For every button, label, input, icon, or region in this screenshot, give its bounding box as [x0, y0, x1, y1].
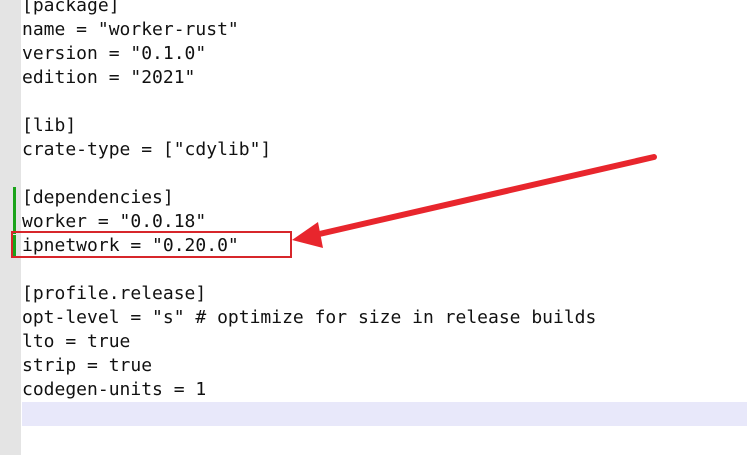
code-line-dependencies-header[interactable]: [dependencies] — [22, 186, 174, 210]
code-line-package-header[interactable]: [package] — [22, 0, 120, 18]
editor-gutter — [0, 0, 21, 455]
code-line-lib-header[interactable]: [lib] — [22, 114, 76, 138]
code-line-opt-level[interactable]: opt-level = "s" # optimize for size in r… — [22, 306, 596, 330]
code-line-name[interactable]: name = "worker-rust" — [22, 18, 239, 42]
code-line-profile-release-header[interactable]: [profile.release] — [22, 282, 206, 306]
code-line-lto[interactable]: lto = true — [22, 330, 130, 354]
code-line-codegen-units[interactable]: codegen-units = 1 — [22, 378, 206, 402]
code-line-strip[interactable]: strip = true — [22, 354, 152, 378]
code-line-version[interactable]: version = "0.1.0" — [22, 42, 206, 66]
code-line-edition[interactable]: edition = "2021" — [22, 66, 195, 90]
code-area[interactable]: [package] name = "worker-rust" version =… — [22, 0, 747, 455]
code-line-crate-type[interactable]: crate-type = ["cdylib"] — [22, 138, 271, 162]
annotation-highlight-box — [11, 231, 292, 258]
change-marker — [13, 187, 16, 234]
text-editor[interactable]: [package] name = "worker-rust" version =… — [0, 0, 747, 455]
